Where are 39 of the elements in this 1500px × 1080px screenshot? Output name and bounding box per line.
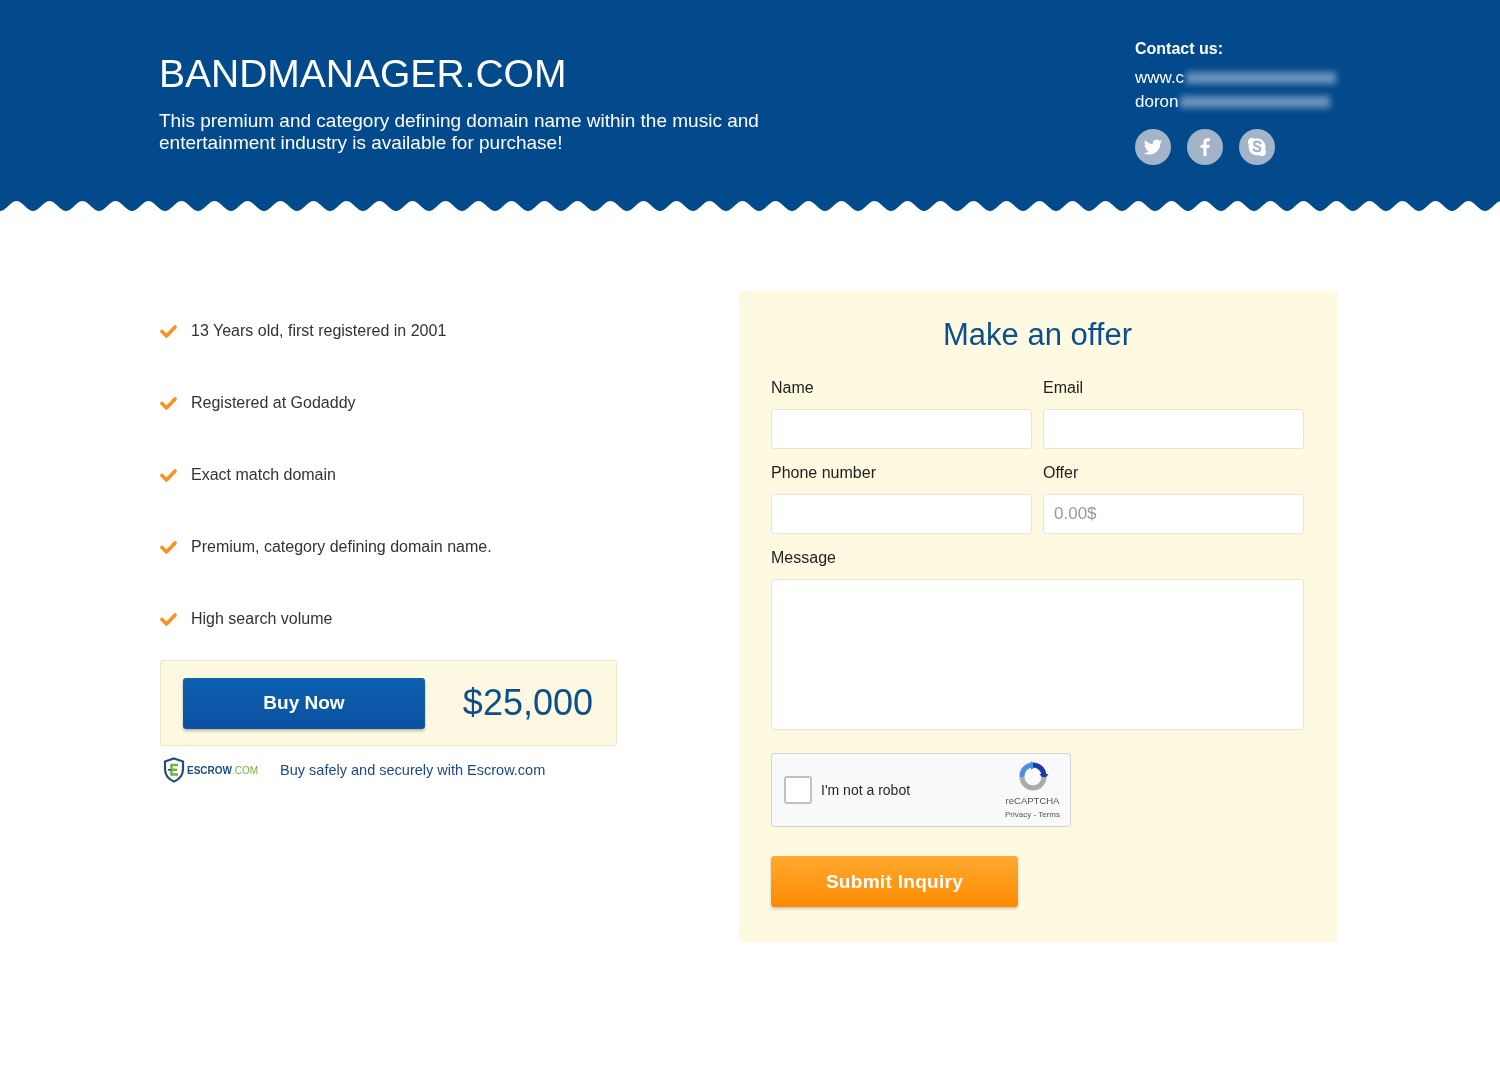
price: $25,000 — [462, 682, 593, 724]
feature-text: Premium, category defining domain name. — [191, 538, 492, 556]
captcha-brand: reCAPTCHA — [1005, 795, 1060, 806]
field-label: Phone number — [771, 463, 877, 483]
form-title: Make an offer — [942, 316, 1133, 354]
letter-s-icon[interactable] — [1239, 129, 1275, 165]
captcha-label: I'm not a robot — [821, 782, 911, 798]
circular-arrows-icon — [1016, 760, 1049, 792]
captcha-checkbox[interactable] — [784, 776, 812, 804]
contact-heading: Contact us: — [1135, 39, 1224, 59]
site-title: BANDMANAGER.COM — [159, 52, 568, 96]
feature-text: 13 Years old, first registered in 2001 — [191, 322, 447, 340]
escrow-wordmark: ESCROW.COM — [187, 764, 259, 776]
privacy-terms-links[interactable]: Privacy - Terms — [1005, 810, 1060, 820]
field-label: Message — [771, 548, 837, 568]
bird-icon[interactable] — [1135, 129, 1171, 165]
field-label: Name — [771, 378, 815, 398]
check-icon — [160, 324, 177, 338]
feature-text: High search volume — [191, 610, 333, 628]
message-textarea[interactable] — [771, 579, 1304, 730]
input-field[interactable] — [771, 409, 1032, 449]
buy-now-button[interactable]: Buy Now — [183, 677, 425, 729]
check-icon — [160, 396, 177, 410]
letter-f-icon[interactable] — [1187, 129, 1223, 165]
field-label: Offer — [1043, 463, 1080, 483]
contact-text[interactable]: www.c — [1135, 66, 1185, 90]
contact-text[interactable]: doron — [1135, 90, 1179, 114]
tagline: This premium and category defining domain name within the music and entertainment industry is available for purchase! — [159, 110, 760, 154]
feature-text: Registered at Godaddy — [191, 394, 356, 412]
feature-text: Exact match domain — [191, 466, 336, 484]
check-icon — [160, 540, 177, 554]
escrow-note: Buy safely and securely with Escrow.com — [280, 762, 546, 778]
check-icon — [160, 468, 177, 482]
input-field[interactable]: 0.00$ — [1043, 494, 1304, 534]
shield-icon — [163, 757, 185, 783]
check-icon — [160, 612, 177, 626]
field-label: Email — [1043, 378, 1084, 398]
input-field[interactable] — [771, 494, 1032, 534]
input-field[interactable] — [1043, 409, 1304, 449]
